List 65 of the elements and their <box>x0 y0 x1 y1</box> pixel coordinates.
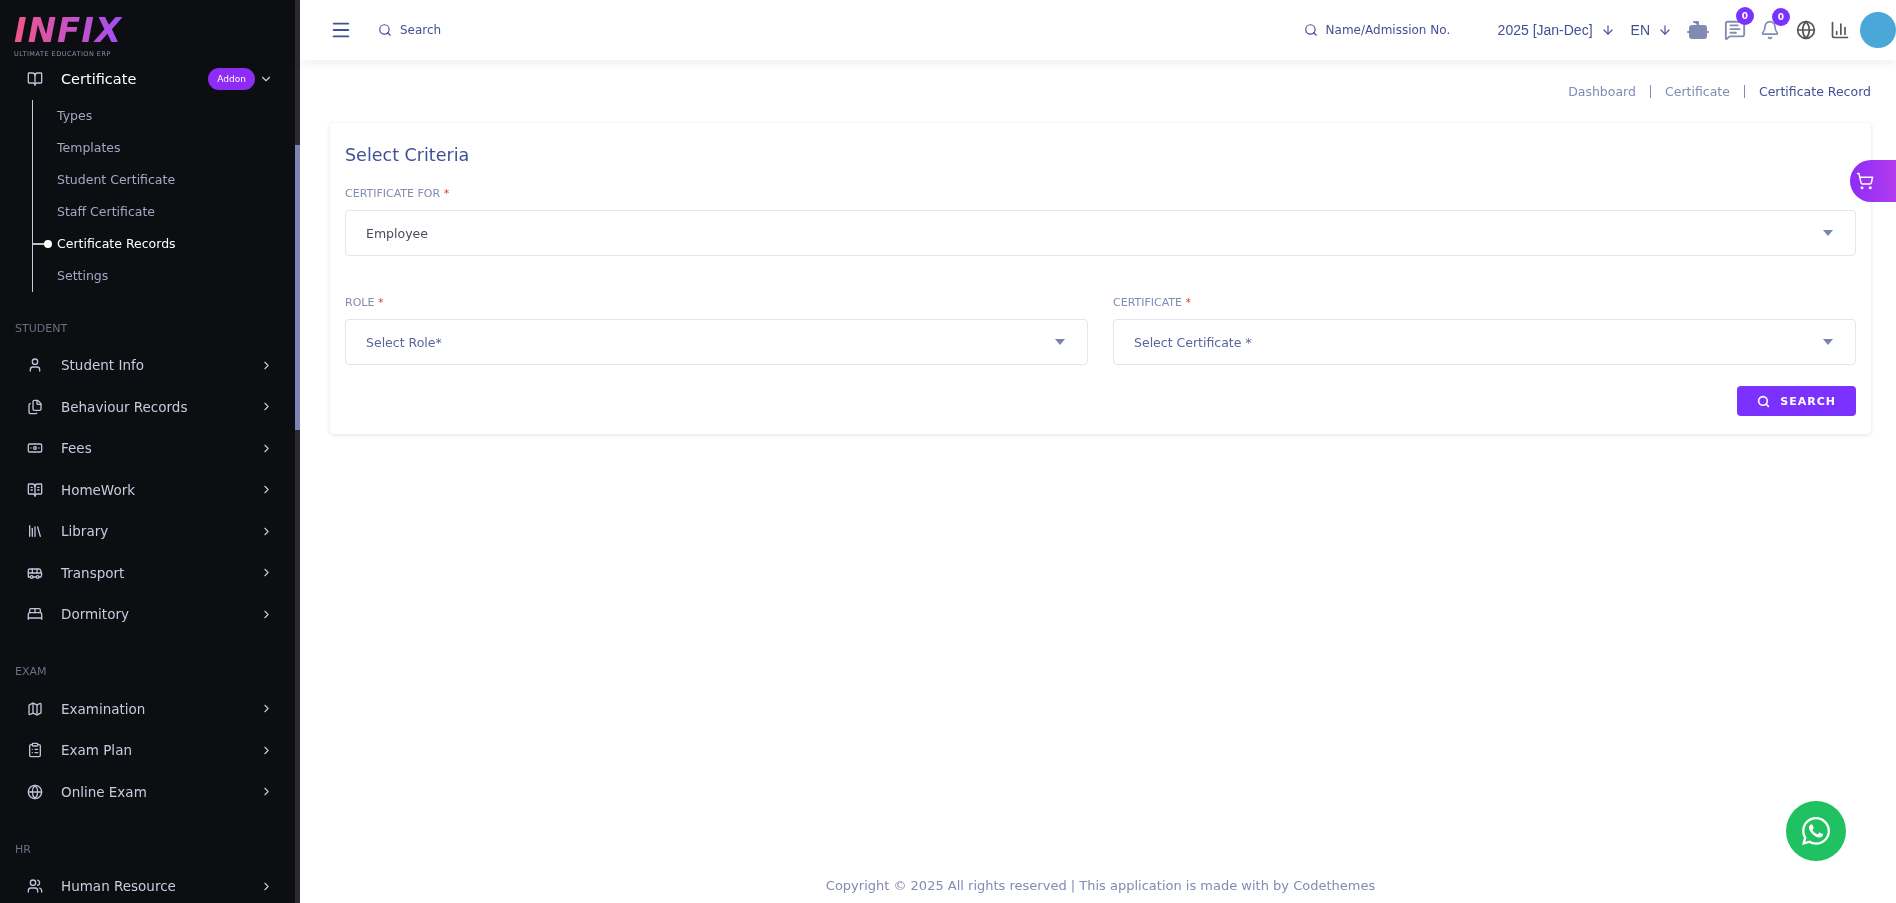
sidebar-item[interactable]: Exam Plan <box>0 729 295 771</box>
field-label: ROLE * <box>345 296 385 309</box>
section-heading: HR <box>14 842 32 856</box>
menu-item-icon <box>27 742 43 759</box>
session-dropdown[interactable]: 2025 [Jan-Dec] <box>1497 22 1615 38</box>
robot-icon[interactable] <box>1686 18 1710 42</box>
sidebar-item[interactable]: Behaviour Records <box>0 386 295 428</box>
search-icon <box>378 23 392 37</box>
search-icon <box>1303 23 1318 37</box>
sidebar-item[interactable]: Examination <box>0 688 295 730</box>
menu-item-icon <box>27 523 43 540</box>
menu-item-icon <box>27 783 43 800</box>
sidebar-item[interactable]: Online Exam <box>0 771 295 813</box>
sidebar-item[interactable]: Library <box>0 510 295 552</box>
active-dot-icon <box>33 238 53 249</box>
menu-item-icon <box>27 700 43 717</box>
message-icon[interactable] <box>1724 19 1746 41</box>
addon-badge: Addon <box>208 67 255 90</box>
avatar[interactable] <box>1860 12 1896 48</box>
select-field[interactable]: Select Role* <box>345 319 1088 365</box>
card-title: Select Criteria <box>345 145 471 165</box>
submenu-item[interactable]: Templates <box>33 131 295 164</box>
notification-icon[interactable] <box>1760 20 1780 40</box>
breadcrumb-link[interactable]: Certificate Record <box>1758 83 1871 99</box>
menu-item-icon <box>27 398 43 415</box>
footer-copyright: Copyright © 2025 All rights reserved | This application is made with by Codethemes <box>824 878 1377 895</box>
submenu-item[interactable]: Settings <box>33 259 295 292</box>
globe-icon[interactable] <box>1796 20 1816 40</box>
cart-button[interactable] <box>1850 160 1896 202</box>
caret-icon <box>1055 339 1065 345</box>
section-heading: STUDENT <box>14 321 69 335</box>
menu-item-icon <box>27 481 43 498</box>
caret-icon <box>1823 230 1833 236</box>
menu-item-icon <box>27 878 43 895</box>
select-field[interactable]: Employee <box>345 210 1856 256</box>
sidebar-item[interactable]: Dormitory <box>0 593 295 635</box>
sidebar-item[interactable]: Certificate Addon <box>0 58 295 100</box>
sidebar-item[interactable]: Fees <box>0 427 295 469</box>
caret-icon <box>1823 339 1833 345</box>
language-dropdown[interactable]: EN <box>1630 22 1672 38</box>
submenu-item[interactable]: Student Certificate <box>33 163 295 196</box>
chart-icon[interactable] <box>1830 20 1850 40</box>
sidebar-item[interactable]: Human Resource <box>0 865 295 903</box>
whatsapp-icon <box>1800 815 1832 847</box>
notification-count-badge: 0 <box>1772 8 1790 26</box>
section-heading: EXAM <box>14 665 48 678</box>
search-icon <box>1757 394 1771 408</box>
sidebar-item[interactable]: Student Info <box>0 344 295 386</box>
menu-item-icon <box>27 357 43 374</box>
submenu-item[interactable]: Types <box>33 99 295 132</box>
cart-icon <box>1856 172 1874 190</box>
select-field[interactable]: Select Certificate * <box>1113 319 1856 365</box>
menu-item-icon <box>27 606 43 623</box>
sidebar-item[interactable]: Transport <box>0 552 295 594</box>
field-label: CERTIFICATE * <box>1113 296 1193 309</box>
submenu-item[interactable]: Certificate Records <box>33 227 295 260</box>
message-count-badge: 0 <box>1736 7 1754 25</box>
breadcrumb-link[interactable]: Dashboard <box>1568 83 1636 99</box>
search-button[interactable]: SEARCH <box>1737 386 1856 416</box>
submenu-item[interactable]: Staff Certificate <box>33 195 295 228</box>
scrollbar[interactable] <box>295 0 300 903</box>
sidebar-item[interactable]: HomeWork <box>0 469 295 511</box>
menu-item-icon <box>27 70 43 87</box>
arrow-down-icon <box>1658 23 1672 37</box>
field-label: CERTIFICATE FOR * <box>345 187 451 200</box>
